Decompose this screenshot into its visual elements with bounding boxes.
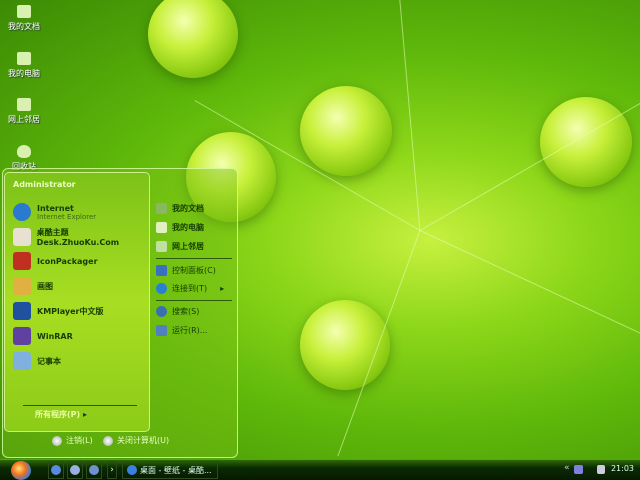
shutdown-button[interactable]: 关闭计算机(U) (103, 435, 169, 446)
computer-icon (17, 52, 31, 65)
program-kmplayer[interactable]: KMPlayer中文版 (13, 302, 104, 320)
divider (156, 300, 232, 301)
tray-volume-icon[interactable] (597, 465, 605, 474)
ie-icon (127, 465, 137, 475)
place-search[interactable]: 搜索(S) (156, 306, 199, 317)
wallpaper-line (398, 0, 421, 231)
recycle-bin-icon (17, 145, 31, 158)
taskbar-window-button[interactable]: 桌面 - 壁纸 - 桌酷... (122, 461, 218, 479)
program-zhuoku[interactable]: 桌酷主题Desk.ZhuoKu.Com (13, 227, 149, 247)
quicklaunch-desktop[interactable] (86, 461, 102, 479)
divider (156, 258, 232, 259)
user-name: Administrator (13, 180, 76, 189)
log-off-button[interactable]: 注销(L) (52, 435, 93, 446)
tray-network-icon[interactable] (574, 465, 583, 474)
documents-icon (156, 203, 167, 214)
all-programs-button[interactable]: 所有程序(P) ▸ (35, 409, 87, 420)
program-iconpackager[interactable]: IconPackager (13, 252, 98, 270)
quicklaunch-media[interactable] (67, 461, 83, 479)
media-player-icon (70, 465, 80, 475)
ie-icon (13, 203, 31, 221)
wallpaper-sphere (300, 86, 392, 176)
network-icon (156, 241, 167, 252)
program-winrar[interactable]: WinRAR (13, 327, 73, 345)
tray-expand-icon[interactable]: « (564, 463, 570, 473)
connect-icon (156, 283, 167, 294)
program-notepad[interactable]: 记事本 (13, 352, 61, 370)
arrow-right-icon: ▸ (82, 410, 87, 419)
run-icon (156, 325, 167, 336)
program-paint[interactable]: 画图 (13, 277, 53, 295)
paint-icon (13, 277, 31, 295)
winrar-icon (13, 327, 31, 345)
theme-icon (13, 228, 31, 246)
search-icon (156, 306, 167, 317)
place-network[interactable]: 网上邻居 (156, 241, 204, 252)
desktop-icon-my-computer[interactable]: 我的电脑 (4, 52, 44, 79)
computer-icon (156, 222, 167, 233)
kmplayer-icon (13, 302, 31, 320)
iconpackager-icon (13, 252, 31, 270)
documents-icon (17, 5, 31, 18)
wallpaper-sphere (540, 97, 632, 187)
desktop-icon-my-documents[interactable]: 我的文档 (4, 5, 44, 32)
place-control-panel[interactable]: 控制面板(C) (156, 265, 216, 276)
power-icon (103, 435, 113, 446)
desktop-icon-network[interactable]: 网上邻居 (4, 98, 44, 125)
control-panel-icon (156, 265, 167, 276)
ie-icon (51, 465, 61, 475)
place-my-computer[interactable]: 我的电脑 (156, 222, 204, 233)
start-button[interactable] (11, 461, 31, 480)
place-run[interactable]: 运行(R)... (156, 325, 207, 336)
place-my-documents[interactable]: 我的文档 (156, 203, 204, 214)
wallpaper-sphere (148, 0, 238, 78)
quicklaunch-more[interactable]: › (107, 461, 117, 479)
start-menu-programs-pane: Administrator Internet Internet Explorer … (4, 172, 150, 432)
divider (23, 405, 137, 406)
taskbar: › 桌面 - 壁纸 - 桌酷... « 21:03 (0, 459, 640, 480)
show-desktop-icon (89, 465, 99, 475)
program-internet[interactable]: Internet Internet Explorer (13, 203, 96, 221)
arrow-right-icon: ▸ (220, 284, 225, 293)
notepad-icon (13, 352, 31, 370)
quicklaunch-ie[interactable] (48, 461, 64, 479)
network-icon (17, 98, 31, 111)
log-off-icon (52, 435, 62, 446)
place-connect-to[interactable]: 连接到(T) ▸ (156, 283, 224, 294)
clock: 21:03 (610, 464, 634, 473)
wallpaper-line (419, 230, 640, 341)
